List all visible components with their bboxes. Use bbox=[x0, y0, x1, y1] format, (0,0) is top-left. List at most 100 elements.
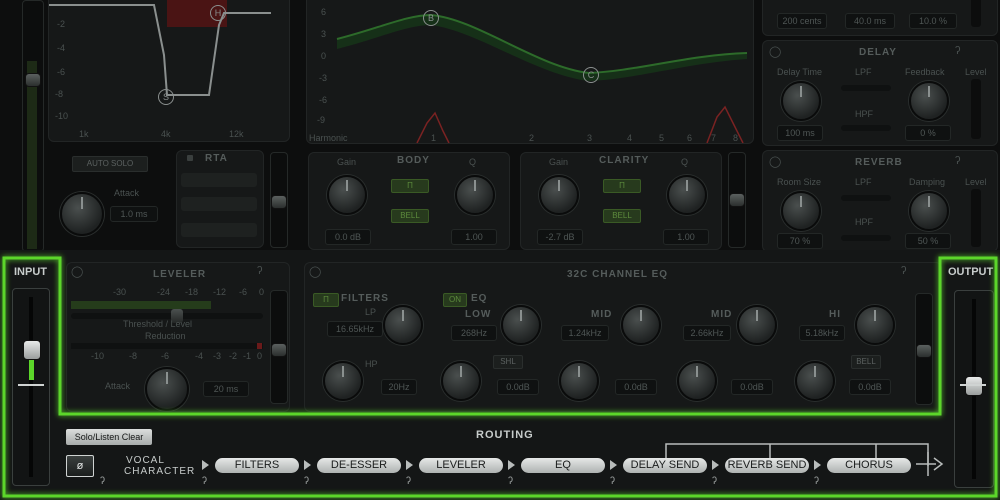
mod-value-1[interactable]: 200 cents bbox=[777, 13, 827, 29]
route-eq-button[interactable]: EQ bbox=[521, 458, 605, 473]
mid2-gain-knob[interactable] bbox=[677, 361, 717, 401]
delay-level-fader[interactable] bbox=[971, 79, 981, 139]
leveler-ear-icon[interactable]: ʔ bbox=[406, 476, 411, 487]
body-gain-value[interactable]: 0.0 dB bbox=[325, 229, 371, 245]
delay-ear-icon[interactable]: ʔ bbox=[955, 45, 961, 57]
hi-gain-knob[interactable] bbox=[795, 361, 835, 401]
clarity-button-2[interactable]: BELL bbox=[603, 209, 641, 223]
deesser-output-fader[interactable] bbox=[270, 152, 288, 248]
mod-level-fader[interactable] bbox=[971, 0, 981, 27]
reverb-power-icon[interactable]: ◯ bbox=[769, 155, 781, 168]
mid1-gain-value[interactable]: 0.0dB bbox=[615, 379, 657, 395]
filters-toggle[interactable]: Π bbox=[313, 293, 339, 307]
rta-slot[interactable] bbox=[181, 223, 257, 237]
mod-value-3[interactable]: 10.0 % bbox=[909, 13, 957, 29]
attack-value[interactable]: 1.0 ms bbox=[110, 206, 158, 222]
hi-freq-value[interactable]: 5.18kHz bbox=[799, 325, 845, 341]
hi-gain-value[interactable]: 0.0dB bbox=[849, 379, 891, 395]
low-freq-knob[interactable] bbox=[501, 305, 541, 345]
leveler-output-fader[interactable] bbox=[270, 290, 288, 404]
body-q-knob[interactable] bbox=[455, 175, 495, 215]
delay-lpf-slider[interactable] bbox=[841, 85, 891, 91]
delay-time-value[interactable]: 100 ms bbox=[777, 125, 823, 141]
leveler-attack-knob[interactable] bbox=[145, 367, 189, 411]
attack-knob[interactable] bbox=[60, 192, 104, 236]
character-output-fader[interactable] bbox=[728, 152, 746, 248]
eq-route-ear-icon[interactable]: ʔ bbox=[508, 476, 513, 487]
delay-hpf-slider[interactable] bbox=[841, 125, 891, 131]
reverb-level-fader[interactable] bbox=[971, 189, 981, 247]
lp-knob[interactable] bbox=[383, 305, 423, 345]
mid2-freq-value[interactable]: 2.66kHz bbox=[683, 325, 731, 341]
hp-knob[interactable] bbox=[323, 361, 363, 401]
clarity-q-value[interactable]: 1.00 bbox=[663, 229, 709, 245]
route-deesser-button[interactable]: DE-ESSER bbox=[317, 458, 401, 473]
reverb-ear-icon[interactable]: ʔ bbox=[955, 155, 961, 167]
delay-feedback-value[interactable]: 0 % bbox=[905, 125, 951, 141]
mod-value-2[interactable]: 40.0 ms bbox=[845, 13, 895, 29]
chorus-ear-icon[interactable]: ʔ bbox=[814, 476, 819, 487]
hp-value[interactable]: 20Hz bbox=[381, 379, 417, 395]
hi-type-button[interactable]: BELL bbox=[851, 355, 881, 369]
route-filters-button[interactable]: FILTERS bbox=[215, 458, 299, 473]
clarity-button-1[interactable]: Π bbox=[603, 179, 641, 193]
body-gain-knob[interactable] bbox=[327, 175, 367, 215]
body-button-1[interactable]: Π bbox=[391, 179, 429, 193]
reverb-lpf-slider[interactable] bbox=[841, 195, 891, 201]
delay-power-icon[interactable]: ◯ bbox=[769, 45, 781, 58]
clarity-gain-value[interactable]: -2.7 dB bbox=[537, 229, 583, 245]
eq-ear-icon[interactable]: ʔ bbox=[901, 265, 907, 277]
filters-ear-icon[interactable]: ʔ bbox=[202, 476, 207, 487]
marker-c[interactable]: C bbox=[583, 67, 599, 83]
marker-h[interactable]: H bbox=[210, 5, 226, 21]
body-button-2[interactable]: BELL bbox=[391, 209, 429, 223]
low-gain-value[interactable]: 0.0dB bbox=[497, 379, 539, 395]
solo-listen-clear-button[interactable]: Solo/Listen Clear bbox=[66, 429, 152, 445]
h-tick: 2 bbox=[529, 133, 535, 143]
reverb-route-ear-icon[interactable]: ʔ bbox=[712, 476, 717, 487]
delay-route-ear-icon[interactable]: ʔ bbox=[610, 476, 615, 487]
reverb-hpf-label: HPF bbox=[855, 217, 873, 227]
vocal-ear-icon[interactable]: ʔ bbox=[100, 476, 105, 487]
rta-slot[interactable] bbox=[181, 173, 257, 187]
reverb-hpf-slider[interactable] bbox=[841, 235, 891, 241]
rta-indicator[interactable] bbox=[187, 155, 193, 161]
marker-b[interactable]: B bbox=[423, 10, 439, 26]
clarity-gain-knob[interactable] bbox=[539, 175, 579, 215]
low-gain-knob[interactable] bbox=[441, 361, 481, 401]
deesser-ear-icon[interactable]: ʔ bbox=[304, 476, 309, 487]
output-fader-thumb[interactable] bbox=[965, 376, 983, 396]
leveler-ear-icon[interactable]: ʔ bbox=[257, 265, 263, 277]
leveler-power-icon[interactable]: ◯ bbox=[71, 265, 83, 278]
low-freq-value[interactable]: 268Hz bbox=[451, 325, 497, 341]
delay-time-knob[interactable] bbox=[781, 81, 821, 121]
eq-power-icon[interactable]: ◯ bbox=[309, 265, 321, 278]
low-type-button[interactable]: SHL bbox=[493, 355, 523, 369]
y-tick: 6 bbox=[321, 7, 327, 17]
delay-feedback-knob[interactable] bbox=[909, 81, 949, 121]
clarity-q-knob[interactable] bbox=[667, 175, 707, 215]
body-q-value[interactable]: 1.00 bbox=[451, 229, 497, 245]
mid1-freq-value[interactable]: 1.24kHz bbox=[561, 325, 609, 341]
reverb-damping-knob[interactable] bbox=[909, 191, 949, 231]
eq-toggle[interactable]: ON bbox=[443, 293, 467, 307]
reverb-damping-value[interactable]: 50 % bbox=[905, 233, 951, 249]
marker-s[interactable]: S bbox=[158, 89, 174, 105]
mid1-gain-knob[interactable] bbox=[559, 361, 599, 401]
reverb-room-knob[interactable] bbox=[781, 191, 821, 231]
meter-thumb[interactable] bbox=[25, 73, 41, 87]
reduction-tick: -6 bbox=[161, 351, 170, 361]
auto-solo-button[interactable]: AUTO SOLO bbox=[72, 156, 148, 172]
mid1-freq-knob[interactable] bbox=[621, 305, 661, 345]
phase-button[interactable]: ø bbox=[66, 455, 94, 477]
hi-freq-knob[interactable] bbox=[855, 305, 895, 345]
lp-value[interactable]: 16.65kHz bbox=[327, 321, 383, 337]
eq-output-fader[interactable] bbox=[915, 293, 933, 405]
route-leveler-button[interactable]: LEVELER bbox=[419, 458, 503, 473]
mid2-gain-value[interactable]: 0.0dB bbox=[731, 379, 773, 395]
rta-slot[interactable] bbox=[181, 197, 257, 211]
mid2-freq-knob[interactable] bbox=[737, 305, 777, 345]
leveler-attack-value[interactable]: 20 ms bbox=[203, 381, 249, 397]
reverb-room-value[interactable]: 70 % bbox=[777, 233, 823, 249]
input-fader-thumb[interactable] bbox=[23, 340, 41, 360]
